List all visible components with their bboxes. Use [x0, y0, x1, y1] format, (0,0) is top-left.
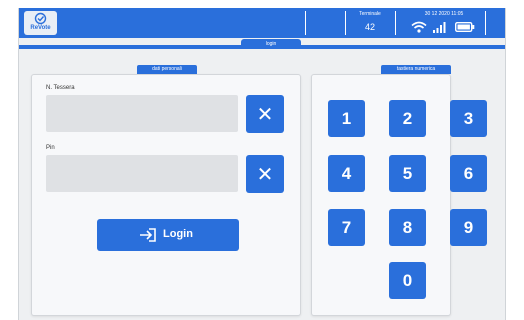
key-6[interactable]: 6 — [450, 155, 487, 192]
personal-data-label: dati personali — [137, 65, 197, 74]
header-divider — [485, 11, 486, 35]
clear-card-number-button[interactable]: ✕ — [246, 95, 284, 133]
login-arrow-icon — [140, 228, 156, 242]
signal-strength-icon — [433, 22, 446, 33]
tab-login[interactable]: login — [241, 39, 301, 49]
key-2[interactable]: 2 — [389, 100, 426, 137]
login-button[interactable]: Login — [97, 219, 239, 251]
pin-field[interactable] — [46, 155, 238, 192]
wifi-icon — [411, 21, 427, 33]
close-icon: ✕ — [256, 102, 274, 126]
login-label: Login — [163, 228, 193, 240]
logo-text: ReVote — [30, 25, 51, 31]
card-number-label: N. Tessera — [46, 85, 75, 91]
logo-icon — [34, 12, 47, 25]
terminal-label: Terminale — [359, 11, 381, 17]
key-4[interactable]: 4 — [328, 155, 365, 192]
close-icon: ✕ — [256, 162, 274, 186]
header-divider — [305, 11, 306, 35]
terminal-number: 42 — [364, 22, 375, 32]
key-8[interactable]: 8 — [389, 209, 426, 246]
datetime-display: 30 12 2020 11:05 — [424, 11, 464, 17]
card-number-field[interactable] — [46, 95, 238, 132]
kiosk-screen: ReVote Terminale 42 30 12 2020 11:05 log… — [18, 8, 506, 320]
personal-data-panel: N. Tessera ✕ Pin ✕ — [31, 74, 301, 316]
numeric-keypad-panel: 1 2 3 4 5 6 7 8 9 0 — [311, 74, 487, 316]
top-bar: ReVote Terminale 42 30 12 2020 11:05 — [19, 8, 505, 38]
key-5[interactable]: 5 — [389, 155, 426, 192]
header-divider — [345, 11, 346, 35]
key-9[interactable]: 9 — [450, 209, 487, 246]
header-divider — [395, 11, 396, 35]
key-3[interactable]: 3 — [450, 100, 487, 137]
app-logo: ReVote — [24, 11, 57, 35]
numeric-keypad-label: tastiera numerica — [381, 65, 451, 74]
key-7[interactable]: 7 — [328, 209, 365, 246]
key-0[interactable]: 0 — [389, 262, 426, 299]
pin-label: Pin — [46, 145, 55, 151]
battery-icon — [455, 22, 475, 32]
key-1[interactable]: 1 — [328, 100, 365, 137]
clear-pin-button[interactable]: ✕ — [246, 155, 284, 193]
